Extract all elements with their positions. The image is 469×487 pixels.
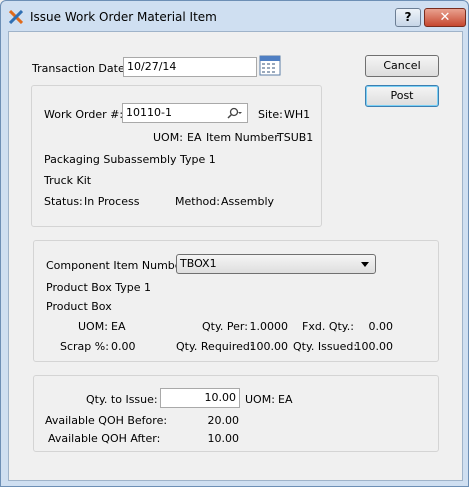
window-title: Issue Work Order Material Item [30,10,217,24]
qty-per-label: Qty. Per: [202,320,248,333]
component-description-1: Product Box Type 1 [46,281,151,294]
qty-issued-value: 100.00 [354,340,394,353]
component-group: Component Item Number: TBOX1 Product Box… [33,240,439,362]
method-label: Method: [175,195,220,208]
status-value: In Process [84,195,140,208]
work-order-value: 10110-1 [126,106,172,119]
qoh-after-value: 10.00 [207,432,240,445]
help-button[interactable]: ? [395,8,421,27]
post-button[interactable]: Post [365,85,439,107]
component-item-selected: TBOX1 [180,257,217,270]
qty-required-value: 100.00 [249,340,289,353]
scrap-label: Scrap %: [60,340,109,353]
close-button[interactable]: ✕ [424,8,466,27]
status-label: Status: [44,195,83,208]
component-description-2: Product Box [46,300,112,313]
qoh-after-label: Available QOH After: [48,432,161,445]
wo-description-2: Truck Kit [44,174,92,187]
fxd-qty-label: Fxd. Qty.: [302,320,354,333]
calendar-icon[interactable] [259,54,281,76]
wo-uom-label: UOM: [153,131,183,144]
component-uom-value: EA [111,320,126,333]
transaction-date-label: Transaction Date: [32,62,129,75]
method-value: Assembly [221,195,275,208]
qty-to-issue-field[interactable]: 10.00 [160,388,240,408]
site-label: Site: [258,108,283,121]
component-uom-label: UOM: [78,320,108,333]
search-lookup-icon[interactable] [226,107,242,119]
issue-uom-value: EA [278,393,293,406]
qoh-before-value: 20.00 [207,414,240,427]
component-item-select[interactable]: TBOX1 [176,254,376,274]
title-bar[interactable]: Issue Work Order Material Item ? ✕ [1,1,468,31]
transaction-date-field[interactable]: 10/27/14 [123,57,257,77]
qoh-before-label: Available QOH Before: [45,414,168,427]
item-number-value: TSUB1 [277,131,314,144]
chevron-down-icon [361,262,369,267]
qty-to-issue-label: Qty. to Issue: [86,393,158,406]
wo-description-1: Packaging Subassembly Type 1 [44,153,216,166]
site-value: WH1 [284,108,311,121]
issue-uom-label: UOM: [245,393,275,406]
app-logo-icon [9,10,23,24]
work-order-group: Work Order #: 10110-1 Site: WH1 UOM: EA … [31,85,322,227]
dialog-window: Issue Work Order Material Item ? ✕ Trans… [0,0,469,487]
fxd-qty-value: 0.00 [368,320,394,333]
wo-uom-value: EA [187,131,202,144]
qty-per-value: 1.0000 [249,320,289,333]
cancel-button[interactable]: Cancel [365,55,439,77]
scrap-value: 0.00 [111,340,136,353]
qty-required-label: Qty. Required: [176,340,254,353]
work-order-field[interactable]: 10110-1 [122,103,248,123]
dialog-body: Transaction Date: 10/27/14 Cancel Post W… [8,31,463,481]
item-number-label: Item Number: [206,131,283,144]
work-order-label: Work Order #: [44,108,124,121]
qty-issued-label: Qty. Issued: [293,340,358,353]
issue-group: Qty. to Issue: 10.00 UOM: EA Available Q… [33,375,439,452]
component-item-label: Component Item Number: [46,259,190,272]
